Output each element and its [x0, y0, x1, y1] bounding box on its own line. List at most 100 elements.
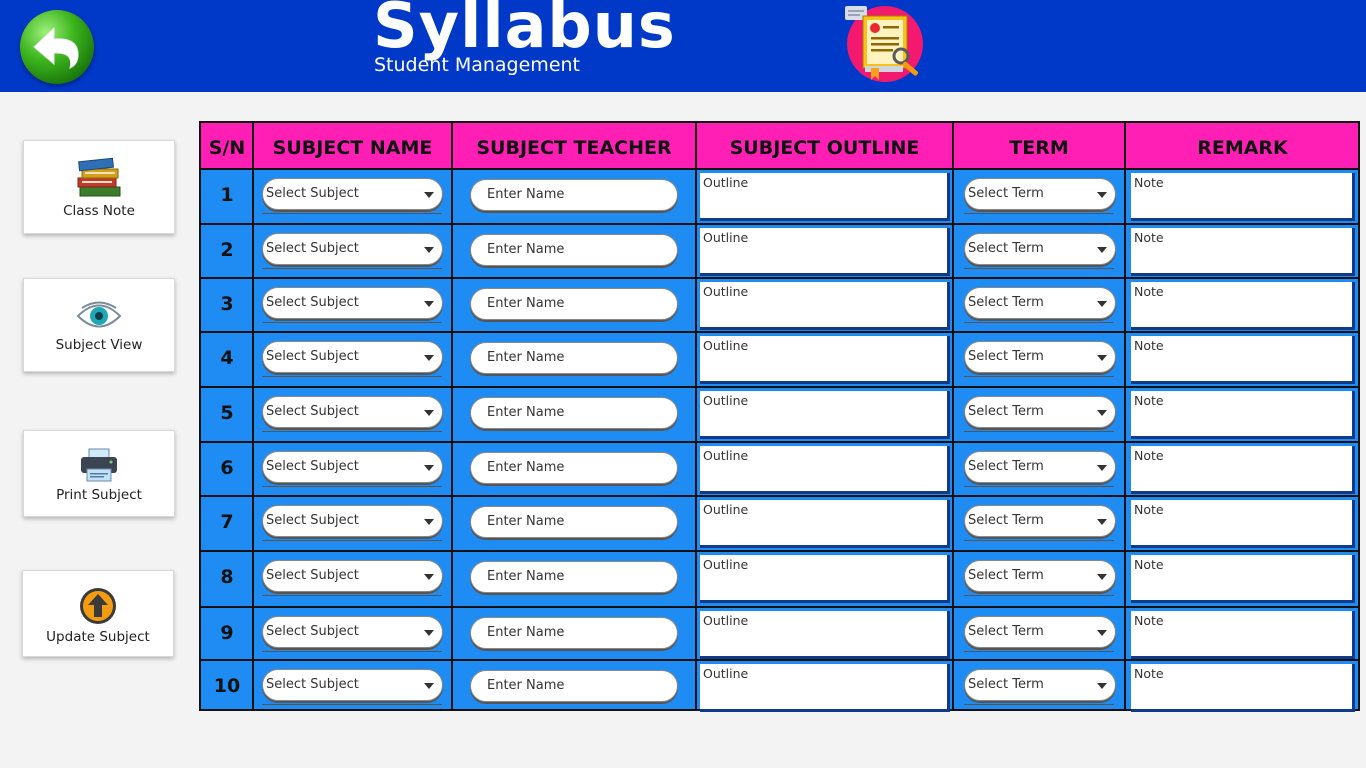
- term-select[interactable]: Select Term: [964, 505, 1116, 537]
- column-header-remark: REMARK: [1197, 137, 1288, 159]
- subject-select[interactable]: Select Subject: [262, 560, 443, 592]
- chevron-down-icon: [1097, 630, 1107, 636]
- term-select[interactable]: Select Term: [964, 178, 1116, 210]
- teacher-name-input[interactable]: Enter Name: [470, 179, 678, 211]
- term-select-value: Select Term: [968, 295, 1044, 310]
- subject-select[interactable]: Select Subject: [262, 669, 443, 701]
- term-select-underline: [964, 595, 1114, 596]
- teacher-name-input[interactable]: Enter Name: [470, 397, 678, 429]
- column-header-sn: S/N: [208, 137, 246, 159]
- remark-input[interactable]: Note: [1131, 611, 1355, 659]
- term-select[interactable]: Select Term: [964, 616, 1116, 648]
- outline-input[interactable]: Outline: [700, 446, 950, 494]
- remark-input[interactable]: Note: [1131, 391, 1355, 439]
- teacher-name-input[interactable]: Enter Name: [470, 617, 678, 649]
- subject-select[interactable]: Select Subject: [262, 396, 443, 428]
- chevron-down-icon: [1097, 574, 1107, 580]
- term-select-underline: [964, 704, 1114, 705]
- outline-input[interactable]: Outline: [700, 611, 950, 659]
- class-note-button[interactable]: Class Note: [23, 140, 175, 234]
- class-note-label: Class Note: [63, 203, 135, 219]
- teacher-name-input[interactable]: Enter Name: [470, 452, 678, 484]
- remark-input[interactable]: Note: [1131, 500, 1355, 548]
- subject-select[interactable]: Select Subject: [262, 505, 443, 537]
- column-divider: [252, 123, 254, 709]
- term-select-value: Select Term: [968, 677, 1044, 692]
- term-select[interactable]: Select Term: [964, 233, 1116, 265]
- subject-select[interactable]: Select Subject: [262, 451, 443, 483]
- teacher-name-input[interactable]: Enter Name: [470, 561, 678, 593]
- outline-input[interactable]: Outline: [700, 282, 950, 330]
- outline-input[interactable]: Outline: [700, 500, 950, 548]
- chevron-down-icon: [424, 630, 434, 636]
- books-icon: [77, 157, 121, 197]
- teacher-name-input[interactable]: Enter Name: [470, 288, 678, 320]
- term-select[interactable]: Select Term: [964, 669, 1116, 701]
- remark-input[interactable]: Note: [1131, 282, 1355, 330]
- term-select[interactable]: Select Term: [964, 287, 1116, 319]
- subject-select-value: Select Subject: [266, 459, 359, 474]
- back-button[interactable]: [20, 10, 94, 84]
- subject-select[interactable]: Select Subject: [262, 616, 443, 648]
- outline-input[interactable]: Outline: [700, 228, 950, 276]
- term-select-underline: [964, 431, 1114, 432]
- term-select-value: Select Term: [968, 459, 1044, 474]
- subject-view-button[interactable]: Subject View: [23, 278, 175, 372]
- row-number: 5: [220, 402, 234, 424]
- chevron-down-icon: [424, 301, 434, 307]
- row-divider: [201, 659, 1358, 661]
- row-number: 3: [220, 293, 234, 315]
- term-select-underline: [964, 651, 1114, 652]
- remark-input[interactable]: Note: [1131, 446, 1355, 494]
- column-divider: [952, 123, 954, 709]
- chevron-down-icon: [1097, 519, 1107, 525]
- term-select[interactable]: Select Term: [964, 560, 1116, 592]
- upload-arrow-icon: [80, 588, 116, 624]
- term-select[interactable]: Select Term: [964, 451, 1116, 483]
- outline-input[interactable]: Outline: [700, 173, 950, 221]
- subject-select-value: Select Subject: [266, 349, 359, 364]
- row-divider: [201, 223, 1358, 225]
- chevron-down-icon: [424, 247, 434, 253]
- table-header-row: S/N SUBJECT NAME SUBJECT TEACHER SUBJECT…: [201, 123, 1358, 169]
- header-bar: Syllabus Student Management: [0, 0, 1366, 92]
- remark-input[interactable]: Note: [1131, 173, 1355, 221]
- subject-select-underline: [262, 268, 442, 269]
- term-select[interactable]: Select Term: [964, 341, 1116, 373]
- term-select-value: Select Term: [968, 513, 1044, 528]
- subject-select-underline: [262, 540, 442, 541]
- subject-select-value: Select Subject: [266, 624, 359, 639]
- term-select[interactable]: Select Term: [964, 396, 1116, 428]
- row-number: 7: [220, 511, 234, 533]
- subject-select-underline: [262, 486, 442, 487]
- outline-input[interactable]: Outline: [700, 391, 950, 439]
- remark-input[interactable]: Note: [1131, 228, 1355, 276]
- update-subject-button[interactable]: Update Subject: [22, 570, 174, 657]
- row-divider: [201, 386, 1358, 388]
- teacher-name-input[interactable]: Enter Name: [470, 670, 678, 702]
- row-number: 9: [220, 622, 234, 644]
- row-divider: [201, 441, 1358, 443]
- chevron-down-icon: [424, 465, 434, 471]
- teacher-name-input[interactable]: Enter Name: [470, 506, 678, 538]
- remark-input[interactable]: Note: [1131, 336, 1355, 384]
- outline-input[interactable]: Outline: [700, 664, 950, 712]
- term-select-underline: [964, 486, 1114, 487]
- print-subject-button[interactable]: Print Subject: [23, 430, 175, 517]
- remark-input[interactable]: Note: [1131, 555, 1355, 603]
- subject-select[interactable]: Select Subject: [262, 233, 443, 265]
- subject-select-underline: [262, 651, 442, 652]
- term-select-underline: [964, 376, 1114, 377]
- teacher-name-input[interactable]: Enter Name: [470, 342, 678, 374]
- page-title: Syllabus: [373, 0, 676, 62]
- subject-select[interactable]: Select Subject: [262, 341, 443, 373]
- chevron-down-icon: [1097, 301, 1107, 307]
- term-select-underline: [964, 213, 1114, 214]
- remark-input[interactable]: Note: [1131, 664, 1355, 712]
- subject-select[interactable]: Select Subject: [262, 287, 443, 319]
- outline-input[interactable]: Outline: [700, 555, 950, 603]
- subject-select-value: Select Subject: [266, 295, 359, 310]
- teacher-name-input[interactable]: Enter Name: [470, 234, 678, 266]
- outline-input[interactable]: Outline: [700, 336, 950, 384]
- subject-select[interactable]: Select Subject: [262, 178, 443, 210]
